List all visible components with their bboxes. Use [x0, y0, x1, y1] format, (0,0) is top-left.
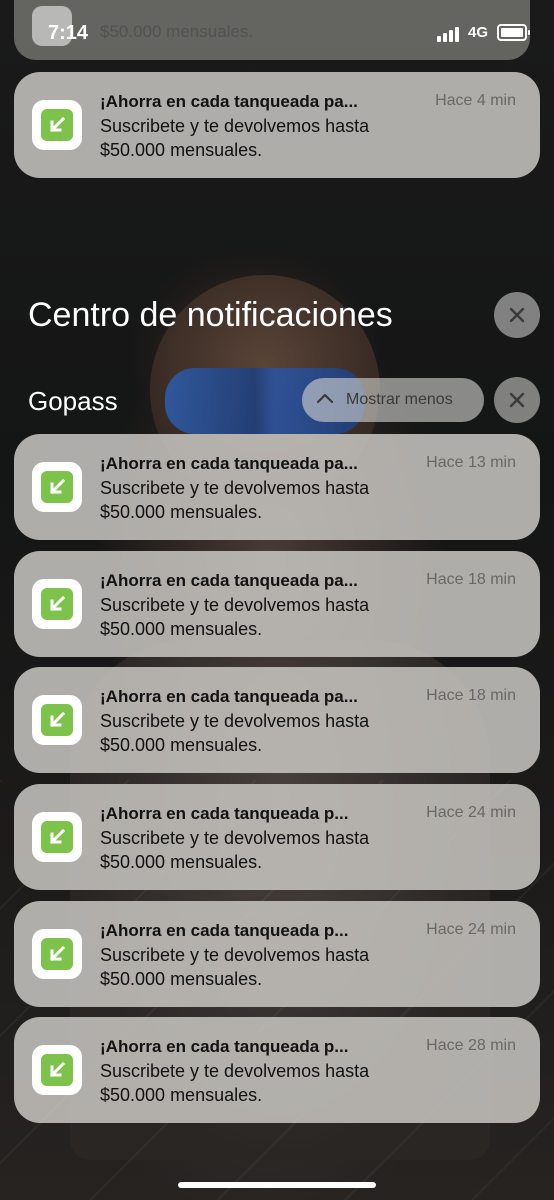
notification-card[interactable]: ¡Ahorra en cada tanqueada p... Hace 24 m… [14, 784, 540, 890]
close-icon [509, 307, 525, 323]
show-less-button[interactable]: Mostrar menos [302, 378, 484, 422]
network-type: 4G [468, 24, 489, 41]
signal-bars-icon [437, 24, 463, 42]
notification-body-line1: Suscribete y te devolvemos hasta [100, 478, 370, 498]
notification-body-line2: $50.000 mensuales. [100, 735, 263, 755]
notification-body-line1: Suscribete y te devolvemos hasta [100, 828, 370, 848]
group-title: Gopass [28, 386, 118, 416]
gopass-arrow-icon [49, 945, 66, 962]
notification-time: Hace 18 min [426, 687, 516, 704]
notification-title: ¡Ahorra en cada tanqueada pa... [100, 571, 358, 590]
home-indicator[interactable] [178, 1182, 376, 1188]
notification-time: Hace 28 min [426, 1037, 516, 1054]
close-icon [509, 392, 525, 408]
notification-center-title: Centro de notificaciones [28, 296, 393, 334]
notification-title: ¡Ahorra en cada tanqueada pa... [100, 454, 358, 473]
gopass-arrow-icon [49, 828, 66, 845]
notification-card[interactable]: ¡Ahorra en cada tanqueada pa... Hace 13 … [14, 434, 540, 540]
notification-body-line1: Suscribete y te devolvemos hasta [100, 945, 370, 965]
notification-body-line2: $50.000 mensuales. [100, 1085, 263, 1105]
notification-card[interactable]: ¡Ahorra en cada tanqueada pa... Hace 18 … [14, 667, 540, 773]
notification-title: ¡Ahorra en cada tanqueada p... [100, 921, 349, 940]
status-time: 7:14 [48, 22, 89, 44]
notification-title: ¡Ahorra en cada tanqueada pa... [100, 92, 358, 111]
notification-card[interactable]: ¡Ahorra en cada tanqueada pa... Hace 18 … [14, 551, 540, 657]
notification-time: Hace 18 min [426, 571, 516, 588]
notification-card[interactable]: ¡Ahorra en cada tanqueada p... Hace 24 m… [14, 901, 540, 1007]
notification-title: ¡Ahorra en cada tanqueada p... [100, 1037, 349, 1056]
notification-time: Hace 24 min [426, 921, 516, 938]
gopass-arrow-icon [49, 478, 66, 495]
notification-body-line1: Suscribete y te devolvemos hasta [100, 1061, 370, 1081]
notification-time: Hace 24 min [426, 804, 516, 821]
notification-time: Hace 4 min [435, 92, 516, 109]
notification-body-line1: Suscribete y te devolvemos hasta [100, 116, 370, 136]
battery-icon [497, 24, 530, 41]
notification-body-line2: $50.000 mensuales. [100, 969, 263, 989]
gopass-arrow-icon [49, 595, 66, 612]
gopass-app-icon [32, 462, 82, 512]
notification-body-line1: Suscribete y te devolvemos hasta [100, 711, 370, 731]
gopass-app-icon [32, 100, 82, 150]
notification-title: ¡Ahorra en cada tanqueada pa... [100, 687, 358, 706]
clear-all-button[interactable] [494, 292, 540, 338]
notification-body-line1: Suscribete y te devolvemos hasta [100, 595, 370, 615]
gopass-arrow-icon [49, 1061, 66, 1078]
notification-card[interactable]: ¡Ahorra en cada tanqueada p... Hace 28 m… [14, 1017, 540, 1123]
clear-group-button[interactable] [494, 377, 540, 423]
gopass-app-icon [32, 695, 82, 745]
notification-body-line2: $50.000 mensuales. [100, 619, 263, 639]
chevron-up-icon [316, 393, 334, 404]
gopass-app-icon [32, 1045, 82, 1095]
gopass-app-icon [32, 812, 82, 862]
notification-body-line2: $50.000 mensuales. [100, 502, 263, 522]
gopass-arrow-icon [49, 711, 66, 728]
gopass-arrow-icon [49, 116, 66, 133]
gopass-app-icon [32, 579, 82, 629]
notification-title: ¡Ahorra en cada tanqueada p... [100, 804, 349, 823]
gopass-app-icon [32, 929, 82, 979]
notification-time: Hace 13 min [426, 454, 516, 471]
notification-card-top[interactable]: ¡Ahorra en cada tanqueada pa... Hace 4 m… [14, 72, 540, 178]
notification-body-line2: $50.000 mensuales. [100, 140, 263, 160]
notification-body-line2: $50.000 mensuales. [100, 852, 263, 872]
show-less-label: Mostrar menos [346, 391, 453, 408]
status-bar: 7:14 4G [0, 0, 554, 64]
